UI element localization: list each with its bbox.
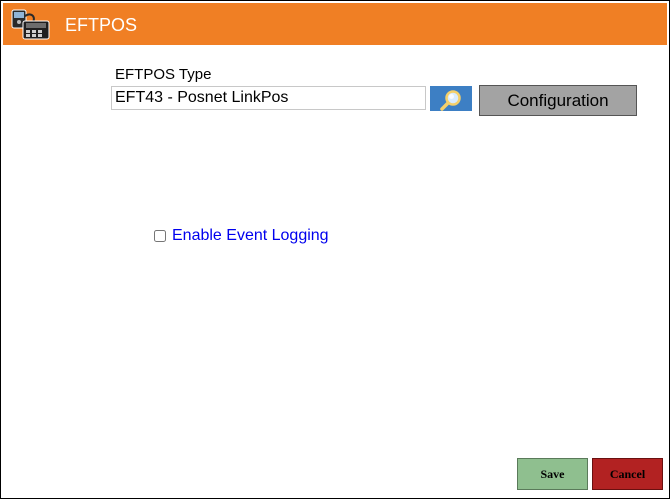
title-bar: EFTPOS [3,3,667,45]
eftpos-type-field[interactable] [111,86,426,110]
cancel-button[interactable]: Cancel [592,458,663,490]
configuration-button[interactable]: Configuration [479,85,637,116]
window-title: EFTPOS [65,15,138,35]
save-button[interactable]: Save [517,458,588,490]
eftpos-type-label: EFTPOS Type [115,66,212,83]
event-logging-row: Enable Event Logging [154,227,329,245]
card-terminal-icon [11,7,51,43]
enable-event-logging-checkbox[interactable] [154,230,166,242]
magnifier-icon [430,89,472,111]
enable-event-logging-label[interactable]: Enable Event Logging [172,227,329,245]
eftpos-type-search-button[interactable] [430,86,472,111]
eftpos-window: EFTPOS EFTPOS Type Configuration Enable … [0,0,670,499]
